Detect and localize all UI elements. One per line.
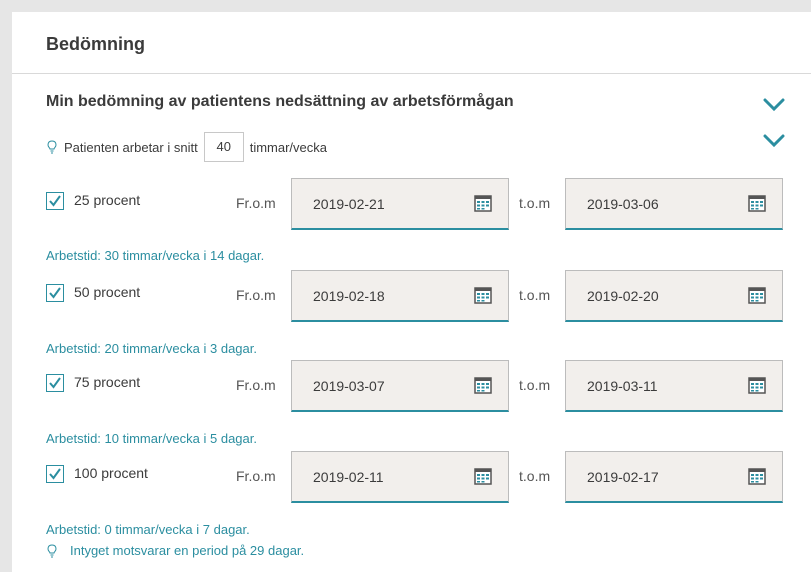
hours-input[interactable]: 40 bbox=[203, 132, 244, 162]
period-row-100: 100 procent Fr.o.m 2019-02-11 t.o.m 2019… bbox=[46, 451, 806, 503]
lightbulb-icon bbox=[47, 543, 57, 557]
percent-label: 50 procent bbox=[74, 284, 141, 300]
hours-row: Patienten arbetar i snitt 40 timmar/veck… bbox=[46, 130, 327, 164]
checkbox-100-percent[interactable] bbox=[46, 465, 64, 483]
from-label: Fr.o.m bbox=[236, 287, 276, 303]
to-date-value: 2019-03-11 bbox=[587, 378, 658, 394]
to-date-value: 2019-03-06 bbox=[587, 196, 659, 212]
checkmark-icon bbox=[49, 195, 61, 207]
calendar-icon[interactable] bbox=[748, 287, 766, 304]
worktime-text: Arbetstid: 0 timmar/vecka i 7 dagar. bbox=[46, 522, 250, 537]
calendar-icon[interactable] bbox=[474, 468, 492, 485]
calendar-icon[interactable] bbox=[748, 468, 766, 485]
percent-label: 75 procent bbox=[74, 374, 141, 390]
period-row-50: 50 procent Fr.o.m 2019-02-18 t.o.m 2019-… bbox=[46, 270, 806, 322]
to-date-field[interactable]: 2019-03-11 bbox=[565, 360, 783, 412]
from-date-value: 2019-02-21 bbox=[313, 196, 385, 212]
to-date-value: 2019-02-20 bbox=[587, 288, 659, 304]
to-label: t.o.m bbox=[519, 377, 551, 393]
calendar-icon[interactable] bbox=[474, 287, 492, 304]
to-date-value: 2019-02-17 bbox=[587, 469, 659, 485]
from-date-value: 2019-02-18 bbox=[313, 288, 385, 304]
to-label: t.o.m bbox=[519, 195, 551, 211]
summary-text: Intyget motsvarar en period på 29 dagar. bbox=[70, 543, 305, 558]
worktime-text: Arbetstid: 30 timmar/vecka i 14 dagar. bbox=[46, 248, 265, 263]
lightbulb-icon bbox=[47, 140, 57, 154]
section-title: Min bedömning av patientens nedsättning … bbox=[46, 93, 514, 110]
worktime-text: Arbetstid: 20 timmar/vecka i 3 dagar. bbox=[46, 341, 257, 356]
percent-label: 25 procent bbox=[74, 192, 141, 208]
assessment-card: Bedömning Min bedömning av patientens ne… bbox=[12, 12, 811, 572]
worktime-text: Arbetstid: 10 timmar/vecka i 5 dagar. bbox=[46, 431, 257, 446]
period-row-25: 25 procent Fr.o.m 2019-02-21 t.o.m 2019-… bbox=[46, 178, 806, 230]
from-date-value: 2019-03-07 bbox=[313, 378, 385, 394]
from-date-field[interactable]: 2019-03-07 bbox=[291, 360, 509, 412]
calendar-icon[interactable] bbox=[474, 195, 492, 212]
checkbox-75-percent[interactable] bbox=[46, 374, 64, 392]
calendar-icon[interactable] bbox=[474, 377, 492, 394]
chevron-down-icon[interactable] bbox=[763, 134, 785, 148]
checkmark-icon bbox=[49, 468, 61, 480]
to-date-field[interactable]: 2019-02-20 bbox=[565, 270, 783, 322]
period-summary: Intyget motsvarar en period på 29 dagar. bbox=[46, 543, 304, 558]
percent-label: 100 procent bbox=[74, 465, 148, 481]
checkbox-50-percent[interactable] bbox=[46, 284, 64, 302]
from-date-value: 2019-02-11 bbox=[313, 469, 384, 485]
calendar-icon[interactable] bbox=[748, 195, 766, 212]
chevron-down-icon[interactable] bbox=[763, 98, 785, 112]
to-label: t.o.m bbox=[519, 468, 551, 484]
from-label: Fr.o.m bbox=[236, 195, 276, 211]
period-row-75: 75 procent Fr.o.m 2019-03-07 t.o.m 2019-… bbox=[46, 360, 806, 412]
hours-prefix: Patienten arbetar i snitt bbox=[64, 139, 198, 155]
to-label: t.o.m bbox=[519, 287, 551, 303]
from-label: Fr.o.m bbox=[236, 377, 276, 393]
checkmark-icon bbox=[49, 287, 61, 299]
to-date-field[interactable]: 2019-03-06 bbox=[565, 178, 783, 230]
card-header: Bedömning bbox=[12, 12, 811, 74]
from-date-field[interactable]: 2019-02-18 bbox=[291, 270, 509, 322]
hours-suffix: timmar/vecka bbox=[249, 139, 327, 155]
from-date-field[interactable]: 2019-02-21 bbox=[291, 178, 509, 230]
card-title: Bedömning bbox=[46, 34, 145, 54]
calendar-icon[interactable] bbox=[748, 377, 766, 394]
from-label: Fr.o.m bbox=[236, 468, 276, 484]
to-date-field[interactable]: 2019-02-17 bbox=[565, 451, 783, 503]
from-date-field[interactable]: 2019-02-11 bbox=[291, 451, 509, 503]
checkbox-25-percent[interactable] bbox=[46, 192, 64, 210]
checkmark-icon bbox=[49, 377, 61, 389]
